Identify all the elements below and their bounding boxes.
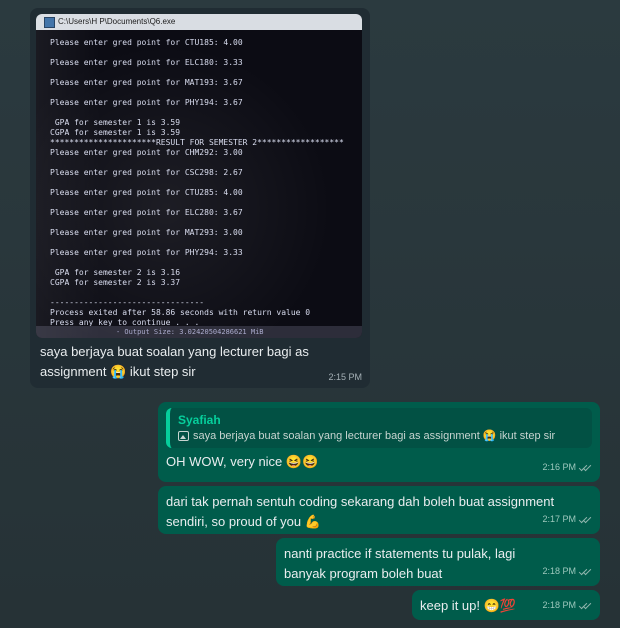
message-caption: saya berjaya buat soalan yang lecturer b… <box>40 344 309 379</box>
quoted-sender: Syafiah <box>178 413 221 427</box>
console-line: Please enter gred point for MAT193: 3.67 <box>50 78 243 87</box>
double-check-icon <box>580 567 592 575</box>
message-meta: 2:18 PM <box>542 595 592 615</box>
message-meta: 2:16 PM <box>542 457 592 477</box>
message-time: 2:18 PM <box>542 600 576 610</box>
console-line: CGPA for semester 2 is 3.37 <box>50 278 181 287</box>
console-line: GPA for semester 1 is 3.59 <box>50 118 181 127</box>
message-photo[interactable]: C:\Users\H P\Documents\Q6.exe Please ent… <box>36 14 362 338</box>
console-line: Please enter gred point for PHY194: 3.67 <box>50 98 243 107</box>
incoming-message[interactable]: C:\Users\H P\Documents\Q6.exe Please ent… <box>30 8 370 388</box>
console-line: Please enter gred point for CTU285: 4.00 <box>50 188 243 197</box>
console-line: Please enter gred point for MAT293: 3.00 <box>50 228 243 237</box>
console-line: Please enter gred point for CTU185: 4.00 <box>50 38 243 47</box>
double-check-icon <box>580 515 592 523</box>
console-line: Please enter gred point for CSC298: 2.67 <box>50 168 243 177</box>
quoted-message[interactable]: Syafiah saya berjaya buat soalan yang le… <box>166 408 592 448</box>
outgoing-message-reply[interactable]: Syafiah saya berjaya buat soalan yang le… <box>158 402 600 482</box>
outgoing-message[interactable]: dari tak pernah sentuh coding sekarang d… <box>158 486 600 534</box>
quoted-text: saya berjaya buat soalan yang lecturer b… <box>193 430 556 442</box>
console-line: Please enter gred point for PHY294: 3.33 <box>50 248 243 257</box>
console-line: **********************RESULT FOR SEMESTE… <box>50 138 344 147</box>
console-titlebar: C:\Users\H P\Documents\Q6.exe <box>36 14 362 30</box>
outgoing-message[interactable]: nanti practice if statements tu pulak, l… <box>276 538 600 586</box>
message-text: nanti practice if statements tu pulak, l… <box>284 546 516 581</box>
message-time: 2:15 PM <box>328 372 362 382</box>
message-time: 2:18 PM <box>542 566 576 576</box>
console-line: CGPA for semester 1 is 3.59 <box>50 128 181 137</box>
console-title: C:\Users\H P\Documents\Q6.exe <box>58 17 176 26</box>
console-line: Please enter gred point for ELC180: 3.33 <box>50 58 243 67</box>
console-line: Please enter gred point for ELC280: 3.67 <box>50 208 243 217</box>
message-time: 2:17 PM <box>542 514 576 524</box>
message-text: dari tak pernah sentuh coding sekarang d… <box>166 494 555 529</box>
chat-area: C:\Users\H P\Documents\Q6.exe Please ent… <box>0 0 620 628</box>
console-line: GPA for semester 2 is 3.16 <box>50 268 181 277</box>
message-meta: 2:18 PM <box>542 561 592 581</box>
message-meta: 2:17 PM <box>542 509 592 529</box>
image-icon <box>178 431 189 441</box>
outgoing-message[interactable]: keep it up! 😁💯 2:18 PM <box>412 590 600 620</box>
double-check-icon <box>580 463 592 471</box>
double-check-icon <box>580 601 592 609</box>
exe-icon <box>44 17 55 28</box>
console-line: Please enter gred point for CHM292: 3.00 <box>50 148 243 157</box>
message-time: 2:16 PM <box>542 462 576 472</box>
console-statusbar: - Output Size: 3.02420504286621 MiB <box>36 326 362 338</box>
console-output: Please enter gred point for CTU185: 4.00… <box>44 34 362 338</box>
console-line: -------------------------------- <box>50 298 205 307</box>
message-text: OH WOW, very nice 😆😆 <box>166 454 319 469</box>
console-line: Process exited after 58.86 seconds with … <box>50 308 311 317</box>
